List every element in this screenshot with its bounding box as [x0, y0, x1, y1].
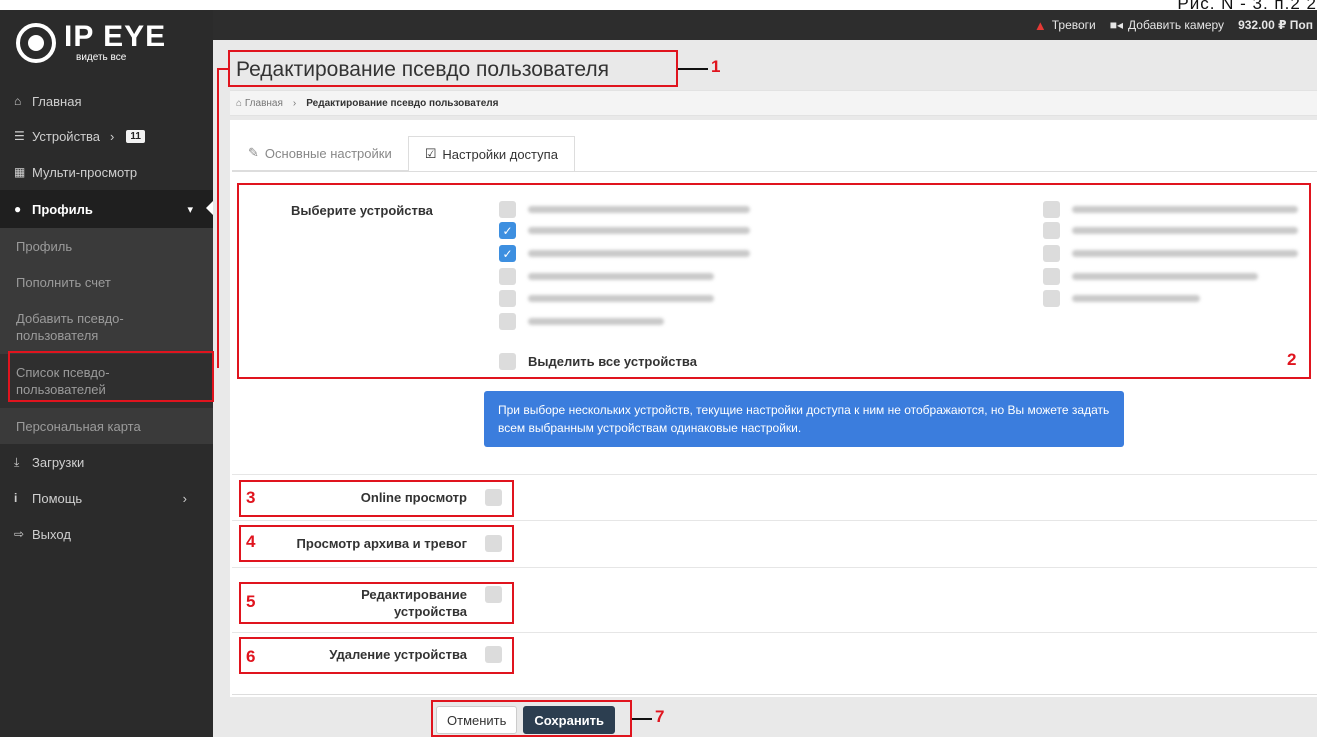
- breadcrumb-home[interactable]: Главная: [245, 98, 283, 109]
- breadcrumb-current: Редактирование псевдо пользователя: [306, 97, 499, 109]
- info-icon: i: [14, 491, 18, 505]
- annotation-number-3: 3: [246, 488, 256, 507]
- sidebar-item-downloads[interactable]: ⤓ Загрузки: [0, 444, 213, 480]
- edit-icon: ✎: [248, 145, 259, 160]
- divider: [232, 694, 1317, 695]
- logout-icon: ⇨: [14, 527, 25, 541]
- sidebar-item-devices[interactable]: ☰ Устройства › 11: [0, 118, 213, 154]
- home-icon: ⌂: [14, 94, 22, 108]
- user-icon: ●: [14, 202, 22, 216]
- chevron-right-icon: ›: [110, 128, 115, 144]
- submenu-profile[interactable]: Профиль: [0, 228, 213, 264]
- annotation-box-5: [239, 582, 514, 624]
- logo-name: IP EYE: [64, 20, 167, 53]
- tab-access-settings[interactable]: ☑ Настройки доступа: [407, 136, 575, 172]
- chevron-down-icon: ▾: [187, 203, 193, 216]
- grid-icon: ▦: [14, 165, 26, 179]
- sidebar-item-home[interactable]: ⌂ Главная: [0, 84, 213, 118]
- active-notch: [206, 201, 213, 215]
- home-icon: ⌂: [236, 97, 245, 109]
- video-camera-icon: ■◂: [1109, 18, 1124, 32]
- divider: [232, 474, 1317, 475]
- download-icon: ⤓: [14, 454, 20, 469]
- tab-bar: ✎ Основные настройки ☑ Настройки доступа: [232, 136, 575, 172]
- annotation-box-7: [431, 700, 632, 737]
- submenu-add-pseudo-user[interactable]: Добавить псевдо-пользователя: [0, 300, 213, 354]
- annotation-number-5: 5: [246, 592, 256, 611]
- top-links: ▲ Тревоги ■◂ Добавить камеру 932.00 ₽ По…: [1034, 10, 1317, 40]
- annotation-number-6: 6: [246, 647, 256, 666]
- add-camera-link[interactable]: ■◂ Добавить камеру: [1110, 18, 1224, 32]
- annotation-leader-7: [632, 718, 652, 720]
- submenu-personal-map[interactable]: Персональная карта: [0, 408, 213, 444]
- annotation-number-4: 4: [246, 532, 256, 551]
- divider: [232, 520, 1317, 521]
- annotation-connector: [217, 68, 219, 368]
- annotation-box-list: [8, 351, 214, 402]
- sidebar-item-profile[interactable]: ● Профиль ▾: [0, 190, 213, 228]
- tab-basic-settings[interactable]: ✎ Основные настройки: [232, 136, 408, 171]
- sidebar-item-logout[interactable]: ⇨ Выход: [0, 516, 213, 552]
- eye-logo-icon: [16, 22, 56, 63]
- balance-link[interactable]: 932.00 ₽ Поп: [1238, 18, 1313, 32]
- submenu-topup[interactable]: Пополнить счет: [0, 264, 213, 300]
- figure-caption: Рис. N - 3. п.2 2: [1177, 0, 1317, 13]
- breadcrumb-separator: ›: [292, 97, 297, 109]
- annotation-number-7: 7: [655, 707, 665, 726]
- annotation-box-3: [239, 480, 514, 517]
- profile-submenu: Профиль Пополнить счет Добавить псевдо-п…: [0, 228, 213, 444]
- info-alert: При выборе нескольких устройств, текущие…: [484, 391, 1124, 447]
- divider: [232, 632, 1317, 633]
- annotation-box-6: [239, 637, 514, 674]
- logo[interactable]: IP EYE видеть все: [16, 22, 166, 63]
- logo-tagline: видеть все: [76, 52, 127, 63]
- breadcrumb: ⌂ Главная › Редактирование псевдо пользо…: [230, 90, 1317, 116]
- annotation-box-2: [237, 183, 1311, 379]
- annotation-leader-1: [678, 68, 708, 70]
- annotation-box-4: [239, 525, 514, 562]
- sidebar-item-multiview[interactable]: ▦ Мульти-просмотр: [0, 154, 213, 190]
- sidebar-menu: ⌂ Главная ☰ Устройства › 11 ▦ Мульти-про…: [0, 84, 213, 552]
- warning-icon: ▲: [1033, 17, 1047, 33]
- annotation-number-2: 2: [1287, 350, 1297, 369]
- list-icon: ☰: [14, 129, 25, 143]
- divider: [232, 567, 1317, 568]
- chevron-right-icon: ›: [182, 490, 187, 506]
- devices-count-badge: 11: [126, 129, 145, 143]
- sidebar-item-help[interactable]: i Помощь ›: [0, 480, 213, 516]
- tab-underline: [232, 171, 1317, 172]
- checkbox-icon: ☑: [424, 146, 437, 161]
- annotation-number-1: 1: [711, 57, 721, 76]
- annotation-box-1: [228, 50, 678, 87]
- alarms-link[interactable]: ▲ Тревоги: [1034, 18, 1096, 33]
